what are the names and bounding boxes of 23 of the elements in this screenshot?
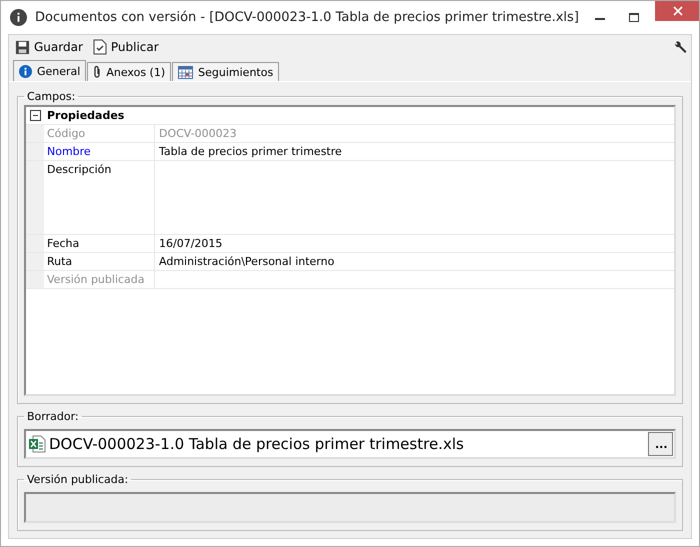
property-group-label: Propiedades (46, 108, 126, 124)
property-value: Tabla de precios primer trimestre (159, 145, 342, 158)
tab[interactable]: General (13, 60, 86, 81)
group-title: Campos: (26, 90, 76, 103)
property-name: Fecha (44, 235, 155, 252)
property-value: Administración\Personal interno (159, 255, 334, 268)
toolbar-button[interactable]: Guardar (13, 40, 85, 54)
tab[interactable]: Anexos (1) (87, 62, 172, 81)
tab[interactable]: Seguimientos (172, 62, 280, 81)
group-title: Borrador: (26, 410, 80, 423)
property-name: Descripción (44, 161, 155, 234)
property-value: DOCV-000023 (159, 127, 237, 140)
property-name: Nombre (44, 143, 155, 160)
file-field[interactable]: DOCV-000023-1.0 Tabla de precios primer trimestre.xls ... (24, 429, 676, 459)
toolbar-button[interactable]: Publicar (90, 39, 161, 55)
property-name: Código (44, 125, 155, 142)
property-name: Ruta (44, 253, 155, 270)
browse-button[interactable]: ... (648, 432, 673, 456)
file-name: DOCV-000023-1.0 Tabla de precios primer trimestre.xls (49, 435, 465, 453)
property-value: 16/07/2015 (159, 237, 222, 250)
group-title: Versión publicada: (26, 473, 130, 486)
window-title: Documentos con versión - [DOCV-000023-1.0 Tabla de precios primer trimestre.xls] (35, 10, 579, 25)
property-name: Versión publicada (44, 271, 155, 288)
